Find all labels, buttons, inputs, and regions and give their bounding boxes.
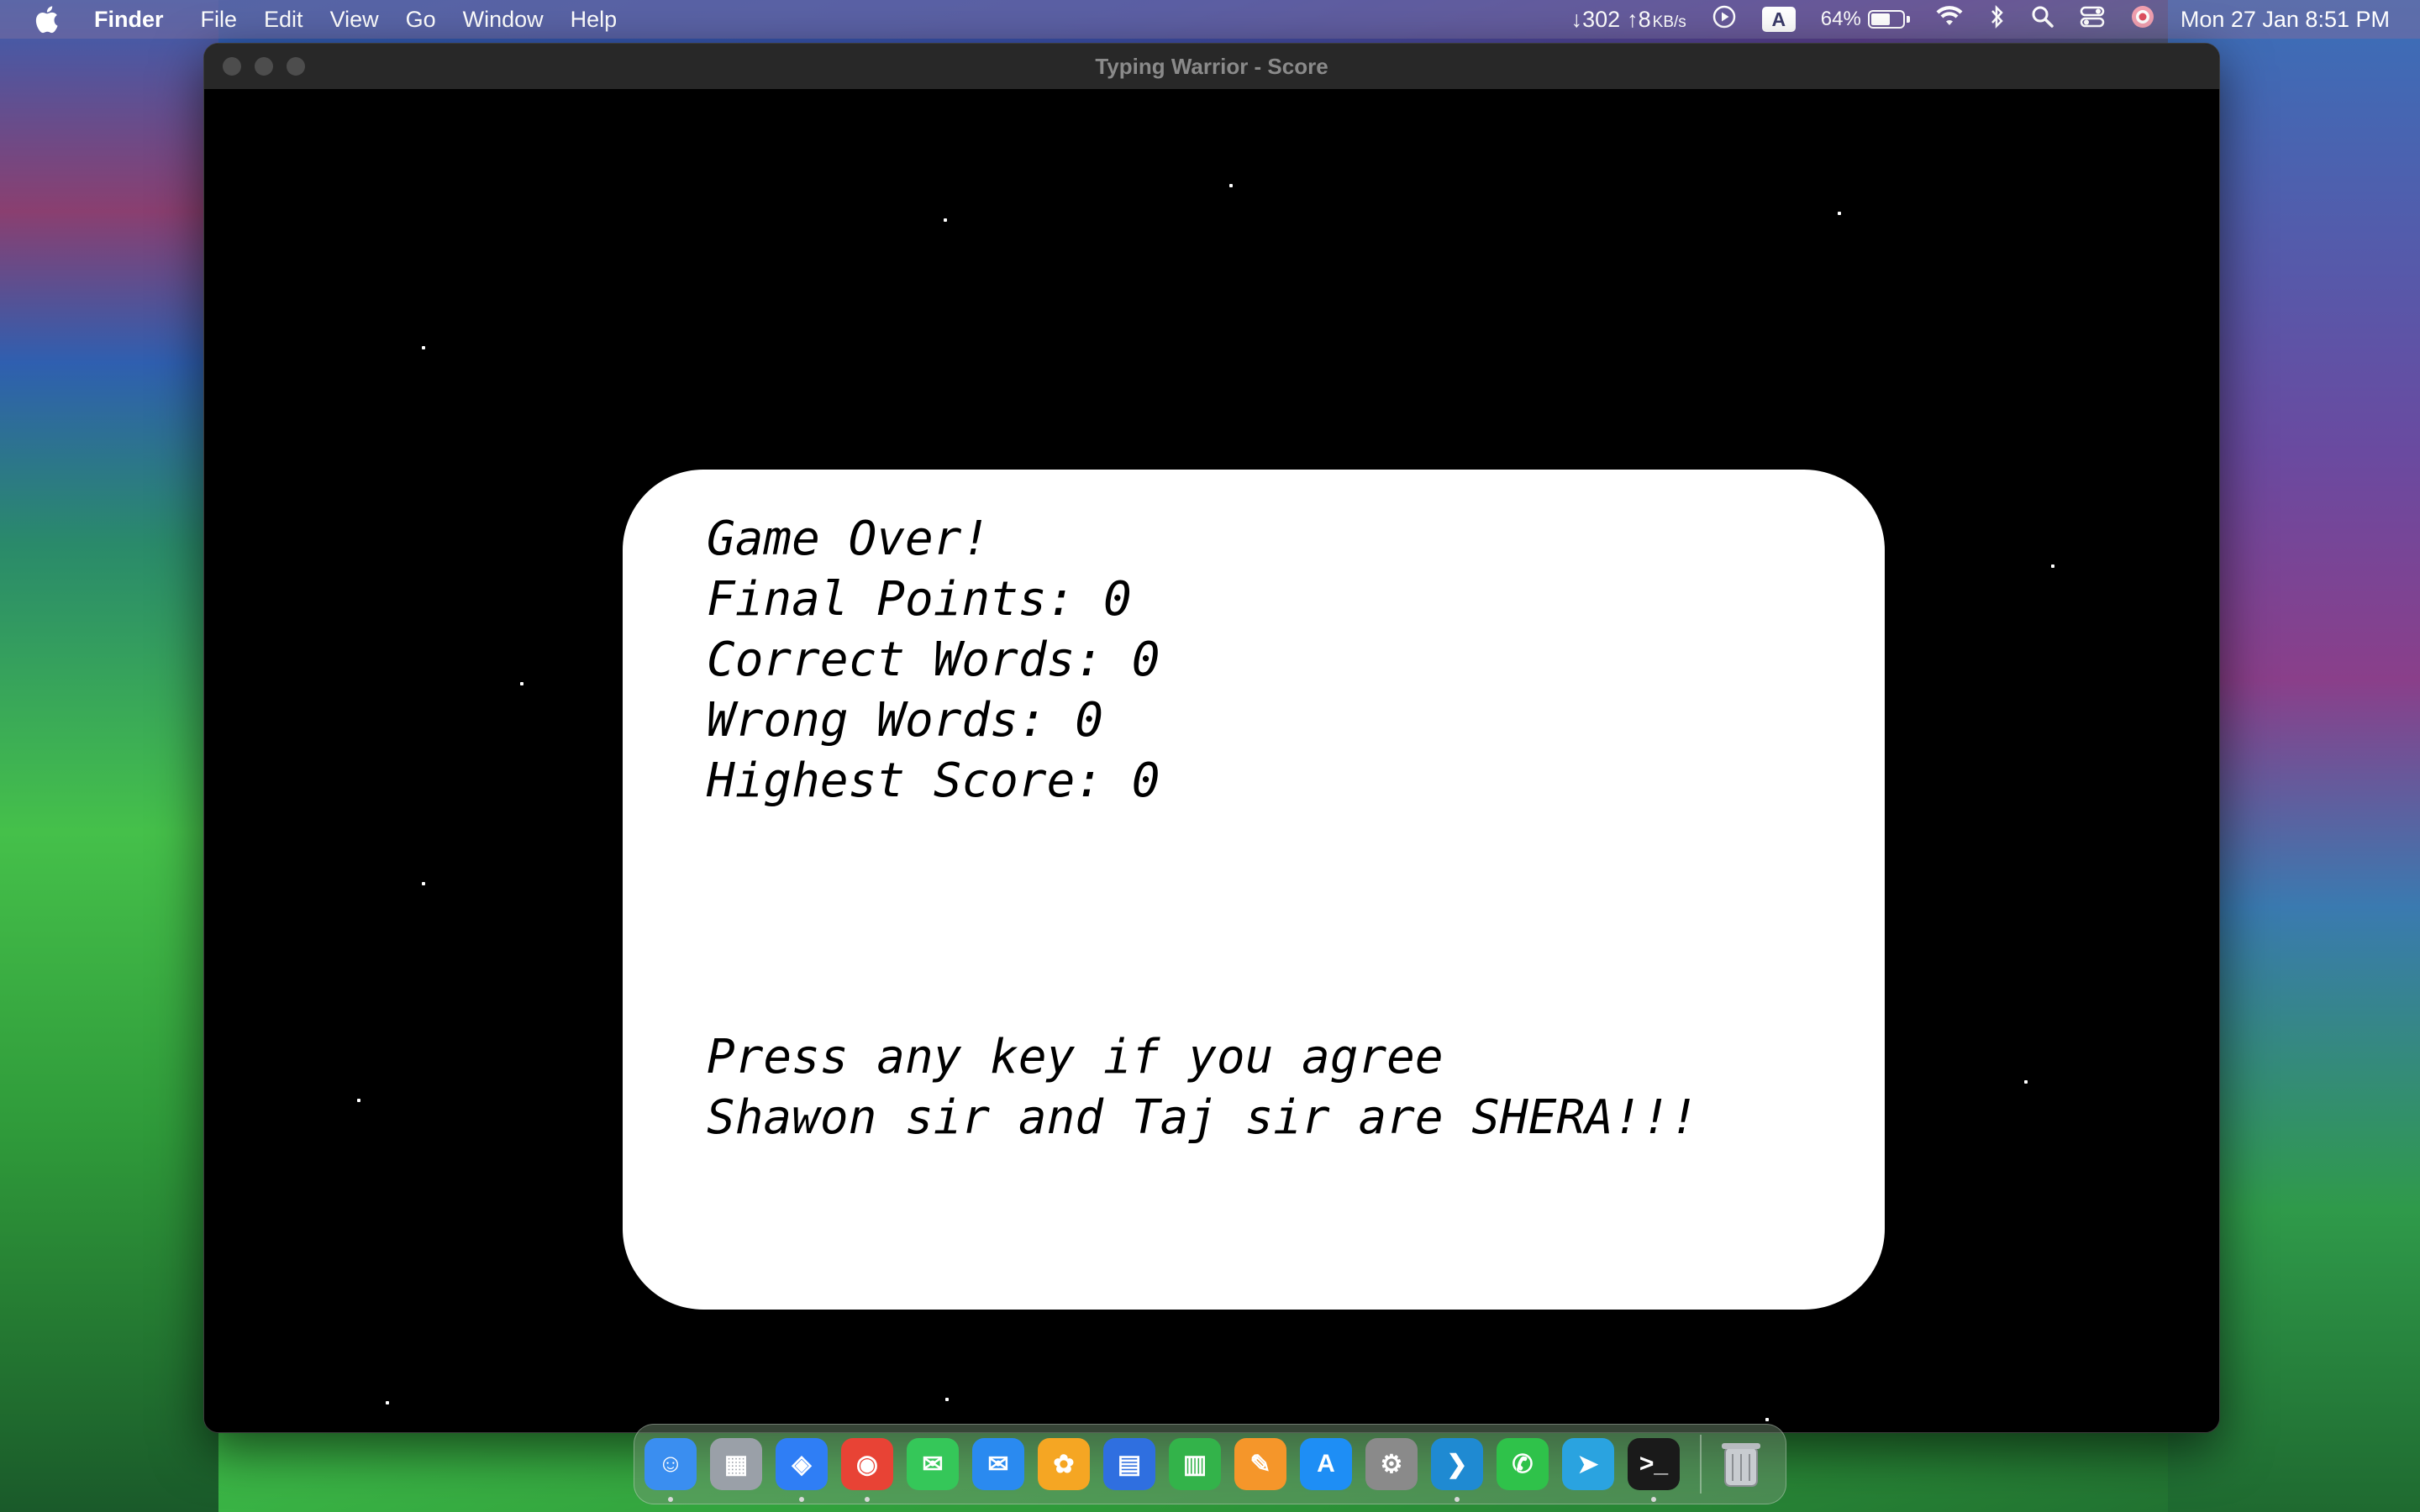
trash-icon[interactable] bbox=[1715, 1438, 1767, 1490]
star bbox=[1765, 1418, 1769, 1421]
dock: ☺ ▦ ◈ ◉ ✉ ✉ ✿ ▤ ▥ ✎ A ⚙ ❯ ✆ ➤ >_ bbox=[634, 1424, 1786, 1504]
wallpaper-left bbox=[0, 0, 218, 1512]
control-center-icon[interactable] bbox=[2080, 5, 2105, 34]
running-indicator bbox=[1455, 1497, 1460, 1502]
telegram-icon[interactable]: ➤ bbox=[1562, 1438, 1614, 1490]
input-source-badge[interactable]: A bbox=[1761, 7, 1796, 32]
star bbox=[2024, 1080, 2028, 1084]
launchpad-icon[interactable]: ▦ bbox=[710, 1438, 762, 1490]
window-title: Typing Warrior - Score bbox=[1095, 54, 1328, 79]
menu-help[interactable]: Help bbox=[571, 7, 618, 33]
keynote-icon[interactable]: ▤ bbox=[1103, 1438, 1155, 1490]
running-indicator bbox=[865, 1497, 870, 1502]
final-points: Final Points: 0 bbox=[707, 572, 1132, 627]
desktop: Finder File Edit View Go Window Help ↓30… bbox=[0, 0, 2420, 1512]
system-settings-icon[interactable]: ⚙ bbox=[1365, 1438, 1418, 1490]
window-titlebar[interactable]: Typing Warrior - Score bbox=[204, 44, 2219, 89]
star bbox=[422, 346, 425, 349]
menu-file[interactable]: File bbox=[201, 7, 238, 33]
battery-indicator[interactable]: 64% bbox=[1821, 8, 1910, 31]
shera-message: Shawon sir and Taj sir are SHERA!!! bbox=[707, 1090, 1699, 1145]
game-canvas[interactable]: Game Over! Final Points: 0 Correct Words… bbox=[204, 89, 2219, 1432]
star bbox=[945, 1398, 949, 1401]
safari-icon[interactable]: ◈ bbox=[776, 1438, 828, 1502]
running-indicator bbox=[1651, 1497, 1656, 1502]
star bbox=[2051, 564, 2054, 568]
running-indicator bbox=[668, 1497, 673, 1502]
pages-icon[interactable]: ✎ bbox=[1234, 1438, 1286, 1490]
star bbox=[422, 882, 425, 885]
highest-score: Highest Score: 0 bbox=[707, 753, 1160, 808]
menu-edit[interactable]: Edit bbox=[264, 7, 303, 33]
wifi-icon[interactable] bbox=[1935, 5, 1964, 34]
star bbox=[1838, 212, 1841, 215]
messages-icon[interactable]: ✉ bbox=[907, 1438, 959, 1490]
apple-logo-icon[interactable] bbox=[32, 5, 60, 34]
star bbox=[1229, 184, 1233, 187]
app-store-icon[interactable]: A bbox=[1300, 1438, 1352, 1490]
game-over-heading: Game Over! bbox=[707, 512, 991, 566]
chrome-icon[interactable]: ◉ bbox=[841, 1438, 893, 1502]
game-window: Typing Warrior - Score Game Over! Final … bbox=[203, 43, 2220, 1433]
continue-prompt: Press any key if you agree bbox=[707, 1030, 1444, 1084]
menu-clock[interactable]: Mon 27 Jan 8:51 PM bbox=[2181, 7, 2390, 33]
menu-view[interactable]: View bbox=[330, 7, 379, 33]
correct-words: Correct Words: 0 bbox=[707, 633, 1160, 687]
network-up: ↑8 bbox=[1627, 6, 1651, 32]
dock-separator bbox=[1700, 1435, 1702, 1494]
finder-icon[interactable]: ☺ bbox=[644, 1438, 697, 1502]
star bbox=[520, 682, 523, 685]
user-avatar-icon[interactable] bbox=[2130, 4, 2155, 35]
numbers-icon[interactable]: ▥ bbox=[1169, 1438, 1221, 1490]
wrong-words: Wrong Words: 0 bbox=[707, 693, 1104, 748]
terminal-exec-icon[interactable]: >_ bbox=[1628, 1438, 1680, 1502]
menu-window[interactable]: Window bbox=[463, 7, 544, 33]
network-speed[interactable]: ↓302 ↑8 KB/s bbox=[1571, 7, 1686, 33]
menu-bar: Finder File Edit View Go Window Help ↓30… bbox=[0, 0, 2420, 39]
star bbox=[357, 1099, 360, 1102]
battery-icon bbox=[1867, 10, 1905, 29]
network-down: ↓302 bbox=[1570, 6, 1621, 32]
running-indicator bbox=[799, 1497, 804, 1502]
star bbox=[386, 1401, 389, 1404]
menu-app-name[interactable]: Finder bbox=[94, 7, 164, 33]
score-card: Game Over! Final Points: 0 Correct Words… bbox=[623, 470, 1885, 1310]
bluetooth-icon[interactable] bbox=[1989, 4, 2006, 35]
menu-go[interactable]: Go bbox=[406, 7, 436, 33]
whatsapp-icon[interactable]: ✆ bbox=[1497, 1438, 1549, 1490]
search-icon[interactable] bbox=[2031, 5, 2054, 34]
photos-icon[interactable]: ✿ bbox=[1038, 1438, 1090, 1490]
vscode-icon[interactable]: ❯ bbox=[1431, 1438, 1483, 1502]
mail-icon[interactable]: ✉ bbox=[972, 1438, 1024, 1490]
star bbox=[944, 218, 947, 222]
play-circle-icon[interactable] bbox=[1712, 4, 1737, 35]
battery-percent: 64% bbox=[1820, 8, 1861, 30]
network-unit: KB/s bbox=[1652, 13, 1686, 31]
